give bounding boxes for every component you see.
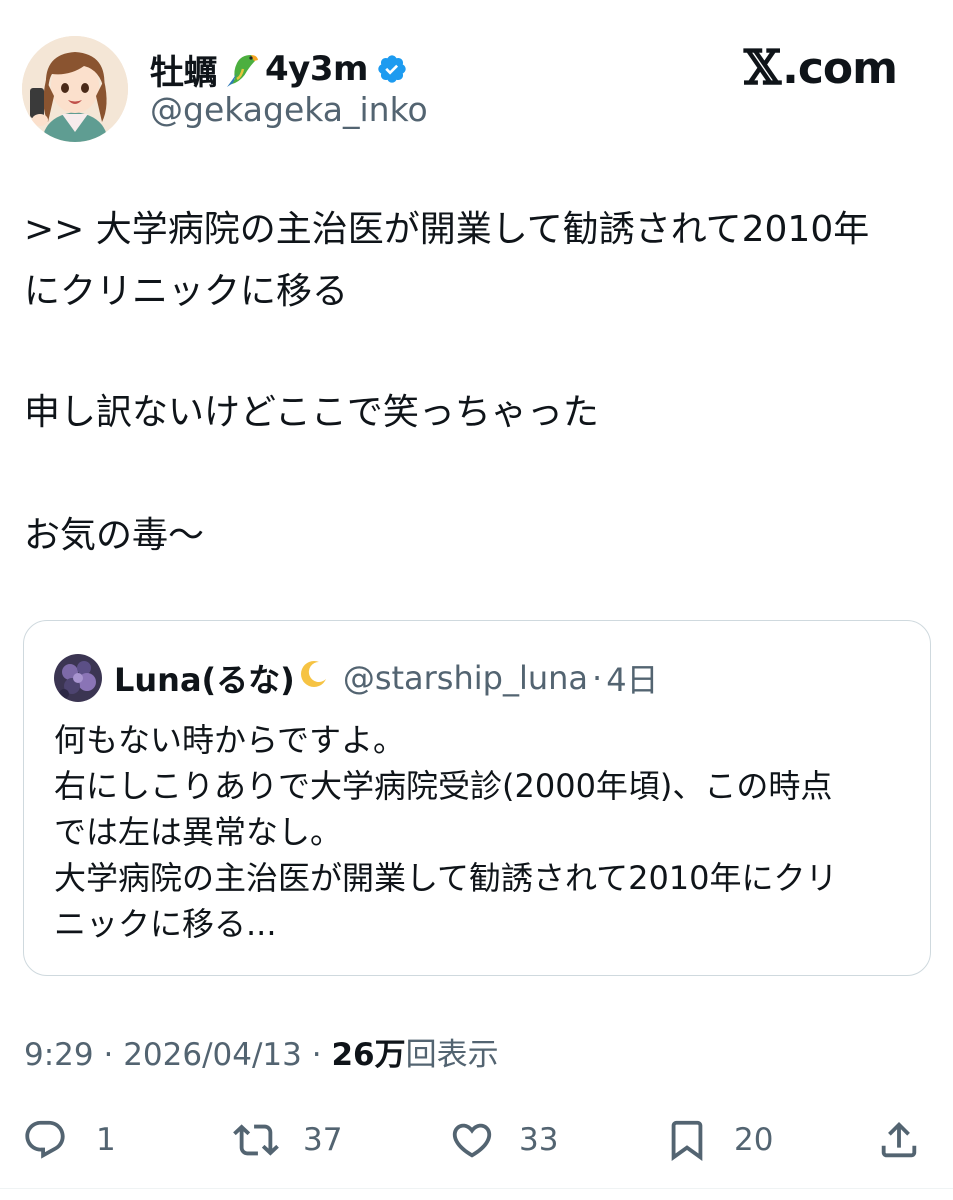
tweet-text-line: 申し訳ないけどここで笑っちゃった <box>24 392 599 433</box>
quoted-text-line: ニックに移る... <box>54 905 277 943</box>
parrot-icon <box>227 55 258 87</box>
author-display-suffix: 4y3m <box>265 49 368 89</box>
views-count: 26万 <box>331 1037 406 1073</box>
author-display-name[interactable]: 牡蠣 <box>150 45 218 94</box>
quoted-text-line: では左は異常なし。 <box>54 813 343 851</box>
author-avatar[interactable] <box>22 36 128 142</box>
like-button[interactable]: 33 <box>449 1110 558 1170</box>
reply-icon <box>25 1120 65 1159</box>
anime-avatar-icon <box>22 36 128 142</box>
x-logo[interactable]: 𝕏 .com <box>743 40 898 96</box>
quoted-text-line: 何もない時からですよ。 <box>54 721 406 759</box>
tweet-text-line: お気の毒〜 <box>24 515 205 556</box>
quoted-tweet-header: Luna(るな) @starship_luna · 4日 <box>54 653 659 703</box>
tweet-time[interactable]: 9:29 <box>24 1037 94 1073</box>
like-count: 33 <box>519 1122 559 1158</box>
flower-avatar-icon <box>54 654 102 702</box>
tweet-actions-bar: 1 37 33 20 <box>0 1110 953 1170</box>
quoted-text-line: 右にしこりありで大学病院受診(2000年頃)、この時点 <box>54 767 833 805</box>
share-icon <box>881 1121 917 1158</box>
quoted-separator: · <box>592 659 603 697</box>
reply-count: 1 <box>96 1122 116 1158</box>
bottom-divider <box>0 1188 953 1189</box>
bookmark-icon <box>671 1120 703 1161</box>
quoted-time[interactable]: 4日 <box>606 655 658 701</box>
share-button[interactable] <box>876 1110 922 1170</box>
verified-badge-icon[interactable] <box>376 53 408 85</box>
retweet-button[interactable]: 37 <box>233 1110 342 1170</box>
author-handle[interactable]: @gekageka_inko <box>150 90 428 129</box>
author-name-row[interactable]: 牡蠣 4y3m <box>150 44 408 94</box>
retweet-count: 37 <box>303 1122 343 1158</box>
meta-separator: · <box>301 1037 332 1073</box>
quoted-author-avatar[interactable] <box>54 654 102 702</box>
quoted-author-name[interactable]: Luna(るな) <box>114 655 295 701</box>
tweet-text-line: >> 大学病院の主治医が開業して勧誘されて2010年 <box>24 209 870 250</box>
x-logo-icon: 𝕏 <box>743 40 781 96</box>
quoted-tweet-text: 何もない時からですよ。 右にしこりありで大学病院受診(2000年頃)、この時点 … <box>54 717 838 947</box>
quoted-author-handle[interactable]: @starship_luna <box>343 659 588 697</box>
quoted-text-line: 大学病院の主治医が開業して勧誘されて2010年にクリ <box>54 859 838 897</box>
meta-separator: · <box>93 1037 124 1073</box>
bookmark-count: 20 <box>734 1122 774 1158</box>
tweet-meta: 9:29 · 2026/04/13 · 26万回表示 <box>24 1030 499 1080</box>
crescent-moon-icon <box>299 659 329 697</box>
heart-icon <box>452 1123 492 1158</box>
retweet-icon <box>233 1124 279 1156</box>
bookmark-button[interactable]: 20 <box>664 1110 773 1170</box>
quoted-tweet-card[interactable]: Luna(るな) @starship_luna · 4日 何もない時からですよ。… <box>23 620 931 976</box>
reply-button[interactable]: 1 <box>22 1110 116 1170</box>
views-label: 回表示 <box>405 1037 499 1073</box>
x-logo-text: .com <box>782 42 898 94</box>
tweet-date[interactable]: 2026/04/13 <box>123 1037 302 1073</box>
tweet-text-line: にクリニックに移る <box>24 271 349 312</box>
